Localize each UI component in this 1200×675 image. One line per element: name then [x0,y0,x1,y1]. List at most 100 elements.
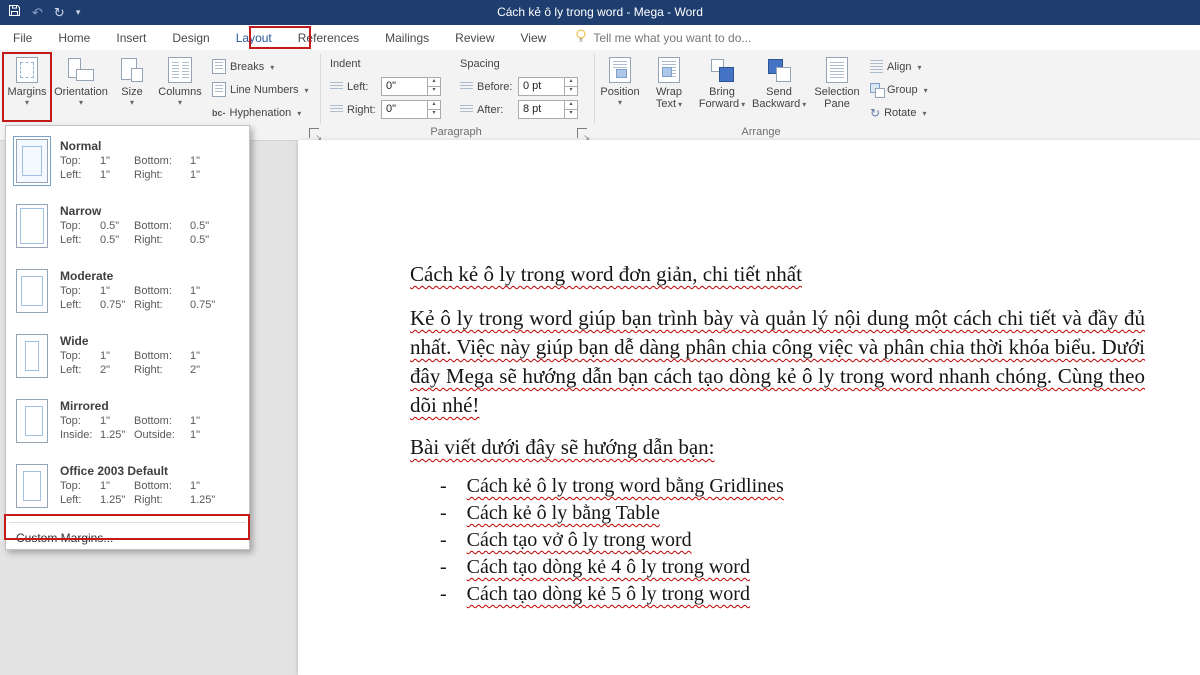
wrap-text-button[interactable]: Wrap Text [646,53,692,123]
spinner-buttons[interactable] [427,101,440,118]
margin-option-name: Office 2003 Default [60,464,249,478]
tab-design[interactable]: Design [159,25,222,50]
document-page[interactable]: Cách kẻ ô ly trong word đơn giản, chi ti… [298,140,1200,675]
chevron-down-icon [739,98,745,110]
position-icon [609,54,631,86]
spacing-after-value: 8 pt [519,101,564,118]
spin-up-icon[interactable] [428,101,440,110]
spin-down-icon[interactable] [428,110,440,118]
orientation-button[interactable]: Orientation [52,53,110,123]
bring-forward-icon [710,54,734,86]
margin-option-mirrored[interactable]: Mirrored Top:1"Bottom:1" Inside:1.25"Out… [6,388,249,453]
spin-down-icon[interactable] [565,87,577,95]
align-button[interactable]: Align [870,56,921,77]
indent-left-field[interactable]: 0" [381,77,441,96]
wrap-text-icon [658,54,680,86]
indent-right-field[interactable]: 0" [381,100,441,119]
paragraph-group-label: Paragraph [322,126,590,138]
window-title: Cách kẻ ô ly trong word - Mega - Word [0,0,1200,25]
paragraph-group: Indent Spacing Left: 0" Right: 0" Before… [322,50,590,124]
bring-forward-button[interactable]: Bring Forward [696,53,748,123]
group-label: Group [887,84,918,96]
tab-references[interactable]: References [285,25,372,50]
rotate-button[interactable]: ↻ Rotate [870,102,927,123]
chevron-down-icon [920,107,926,119]
spinner-buttons[interactable] [427,78,440,95]
margin-value: 1" [100,349,134,363]
margin-label: Right: [134,233,190,247]
margin-label: Top: [60,154,100,168]
chevron-down-icon [302,84,308,96]
margin-value: 0.5" [100,219,134,233]
rotate-label: Rotate [884,107,916,119]
align-icon [870,60,883,73]
margin-label: Top: [60,414,100,428]
margin-label: Right: [134,363,190,377]
indent-header: Indent [330,58,361,70]
tab-layout[interactable]: Layout [223,25,285,50]
tab-mailings[interactable]: Mailings [372,25,442,50]
spin-down-icon[interactable] [565,110,577,118]
margin-label: Right: [134,493,190,507]
undo-icon[interactable]: ↶ [32,6,43,19]
spacing-before-field[interactable]: 0 pt [518,77,578,96]
orientation-label: Orientation [52,86,110,98]
margin-label: Bottom: [134,479,190,493]
line-numbers-button[interactable]: Line Numbers [212,79,309,100]
indent-right-value: 0" [382,101,427,118]
hyphenation-button[interactable]: bc- Hyphenation [212,102,301,123]
spinner-buttons[interactable] [564,101,577,118]
spin-up-icon[interactable] [565,101,577,110]
margins-dropdown-menu: Normal Top:1"Bottom:1" Left:1"Right:1" N… [5,125,250,550]
spacing-after-field[interactable]: 8 pt [518,100,578,119]
spin-up-icon[interactable] [428,78,440,87]
spin-up-icon[interactable] [565,78,577,87]
margin-option-normal[interactable]: Normal Top:1"Bottom:1" Left:1"Right:1" [6,128,249,193]
tab-insert[interactable]: Insert [103,25,159,50]
spin-down-icon[interactable] [428,87,440,95]
spacing-after-label: After: [477,104,514,116]
tab-view[interactable]: View [508,25,560,50]
chevron-down-icon [922,84,928,96]
margin-label: Left: [60,233,100,247]
margin-option-moderate[interactable]: Moderate Top:1"Bottom:1" Left:0.75"Right… [6,258,249,323]
breaks-button[interactable]: Breaks [212,56,274,77]
margin-preview-icon [16,399,48,443]
repeat-icon[interactable]: ↻ [54,6,65,19]
save-icon[interactable] [8,4,21,22]
breaks-label: Breaks [230,61,264,73]
margin-value: 1" [190,168,232,182]
margin-option-name: Normal [60,139,249,153]
group-button[interactable]: Group [870,79,928,100]
indent-right-row: Right: 0" [330,100,441,119]
size-button[interactable]: Size [112,53,152,123]
selection-pane-button[interactable]: Selection Pane [810,53,864,123]
margin-label: Bottom: [134,154,190,168]
arrange-group: Position Wrap Text Bring Forward Send Ba… [596,50,926,124]
margin-option-narrow[interactable]: Narrow Top:0.5"Bottom:0.5" Left:0.5"Righ… [6,193,249,258]
title-bar: ↶ ↻ ▾ Cách kẻ ô ly trong word - Mega - W… [0,0,1200,25]
tab-home[interactable]: Home [45,25,103,50]
spacing-before-value: 0 pt [519,78,564,95]
spacing-before-icon [460,82,473,91]
margin-value: 0.75" [100,298,134,312]
position-button[interactable]: Position [598,53,642,123]
tab-file[interactable]: File [0,25,45,50]
custom-margins-item[interactable]: Custom Margins... [6,527,249,549]
size-label: Size [112,86,152,98]
tell-me-box[interactable]: Tell me what you want to do... [559,25,751,50]
columns-button[interactable]: Columns [154,53,206,123]
margins-button[interactable]: Margins [4,53,50,123]
margin-value: 1" [190,428,232,442]
spinner-buttons[interactable] [564,78,577,95]
tab-review[interactable]: Review [442,25,507,50]
send-backward-button[interactable]: Send Backward [752,53,806,123]
list-item-text: Cách tạo dòng kẻ 5 ô ly trong word [467,581,750,608]
margin-option-office-2003[interactable]: Office 2003 Default Top:1"Bottom:1" Left… [6,453,249,518]
customize-qat-icon[interactable]: ▾ [76,6,81,19]
margin-option-wide[interactable]: Wide Top:1"Bottom:1" Left:2"Right:2" [6,323,249,388]
margins-label: Margins [4,86,50,98]
doc-heading: Cách kẻ ô ly trong word đơn giản, chi ti… [410,262,1145,287]
spacing-after-icon [460,105,473,114]
page-setup-dialog-launcher-icon[interactable] [309,128,319,138]
